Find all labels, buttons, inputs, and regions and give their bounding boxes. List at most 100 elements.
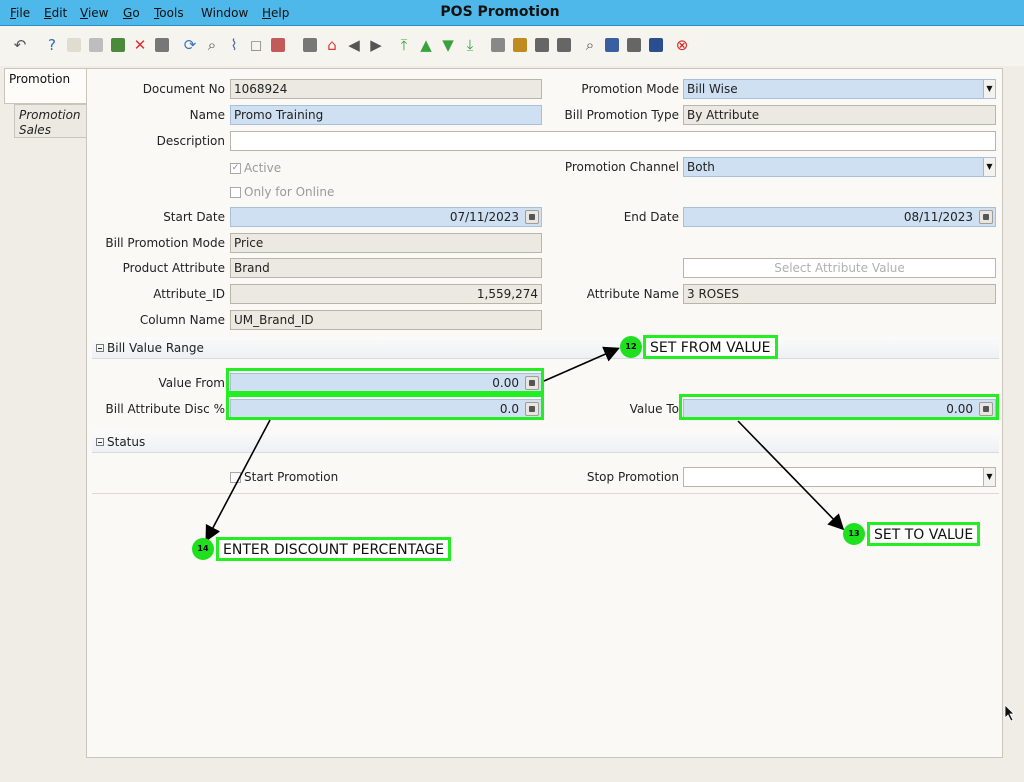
home-icon[interactable]: ⌂: [322, 35, 342, 55]
status-section[interactable]: Status: [92, 431, 999, 453]
new-record-icon[interactable]: [64, 35, 84, 55]
only-online-label: Only for Online: [244, 185, 335, 199]
value-from-field[interactable]: 0.00: [230, 373, 542, 393]
promotion-mode-select[interactable]: Bill Wise ▼: [683, 79, 996, 99]
status-heading: Status: [107, 435, 146, 449]
step-14-badge: 14: [192, 538, 214, 560]
step-13-badge: 13: [843, 523, 865, 545]
column-name-field[interactable]: UM_Brand_ID: [230, 310, 542, 330]
copy-record-icon[interactable]: [86, 35, 106, 55]
start-promotion-label: Start Promotion: [244, 470, 339, 484]
previous-record-icon[interactable]: ▲: [416, 35, 436, 55]
first-record-icon[interactable]: ⤒: [394, 35, 414, 55]
active-label: Active: [244, 161, 282, 175]
status-bar: [0, 762, 1024, 782]
document-no-field[interactable]: 1068924: [230, 79, 542, 99]
stop-promotion-label: Stop Promotion: [586, 470, 679, 484]
process-icon[interactable]: [646, 35, 666, 55]
calculator-icon[interactable]: [525, 376, 539, 390]
only-online-checkbox[interactable]: Only for Online: [230, 183, 334, 201]
calculator-icon[interactable]: [979, 402, 993, 416]
tab-promotion-sales[interactable]: Promotion Sales: [14, 104, 89, 138]
help-icon[interactable]: ?: [42, 35, 62, 55]
product-attribute-field[interactable]: Brand: [230, 258, 542, 278]
back-icon[interactable]: ◀: [344, 35, 364, 55]
stop-promotion-select[interactable]: ▼: [683, 467, 996, 487]
find-icon[interactable]: ⌕: [202, 35, 222, 55]
column-name-label: Column Name: [139, 313, 225, 327]
checkbox-icon: [230, 471, 241, 483]
bill-attribute-disc-label: Bill Attribute Disc %: [105, 402, 226, 416]
bill-attribute-disc-value: 0.0: [499, 402, 519, 416]
bill-attribute-disc-field[interactable]: 0.0: [230, 399, 542, 419]
save-icon[interactable]: [108, 35, 128, 55]
dropdown-arrow-icon[interactable]: ▼: [983, 80, 995, 98]
promotion-channel-label: Promotion Channel: [564, 160, 679, 174]
history-icon[interactable]: [300, 35, 320, 55]
bill-promotion-mode-field[interactable]: Price: [230, 233, 542, 253]
collapse-icon[interactable]: [96, 438, 104, 446]
name-label: Name: [189, 108, 225, 122]
save-disk-icon[interactable]: [152, 35, 172, 55]
close-window-icon[interactable]: ⊗: [672, 35, 692, 55]
calendar-icon[interactable]: [979, 210, 993, 224]
document-no-label: Document No: [142, 82, 225, 96]
set-from-value-callout: SET FROM VALUE: [643, 335, 778, 359]
value-to-label: Value To: [629, 402, 679, 416]
last-record-icon[interactable]: ⤓: [460, 35, 480, 55]
end-date-label: End Date: [623, 210, 679, 224]
archive-icon[interactable]: [510, 35, 530, 55]
name-field[interactable]: Promo Training: [230, 105, 542, 125]
set-to-value-callout: SET TO VALUE: [867, 522, 981, 546]
chat-icon[interactable]: ◻: [246, 35, 266, 55]
next-record-icon[interactable]: ▼: [438, 35, 458, 55]
report-icon[interactable]: [488, 35, 508, 55]
grid-toggle-icon[interactable]: [268, 35, 288, 55]
step-12-badge: 12: [620, 336, 642, 358]
active-checkbox[interactable]: ✓ Active: [230, 159, 281, 177]
collapse-icon[interactable]: [96, 344, 104, 352]
print-icon[interactable]: [554, 35, 574, 55]
start-date-field[interactable]: 07/11/2023: [230, 207, 542, 227]
undo-icon[interactable]: ↶: [10, 35, 30, 55]
attribute-id-label: Attribute_ID: [153, 287, 225, 301]
select-attribute-value-button[interactable]: Select Attribute Value: [683, 258, 996, 278]
checkbox-icon: [230, 186, 241, 198]
description-field[interactable]: [230, 131, 996, 151]
attribute-name-field[interactable]: 3 ROSES: [683, 284, 996, 304]
bill-promotion-type-label: Bill Promotion Type: [564, 108, 679, 122]
bill-value-range-section[interactable]: Bill Value Range: [92, 337, 999, 359]
start-promotion-checkbox[interactable]: Start Promotion: [230, 468, 338, 486]
mouse-cursor-icon: [1004, 704, 1015, 722]
product-info-icon[interactable]: [624, 35, 644, 55]
forward-icon[interactable]: ▶: [366, 35, 386, 55]
value-to-value: 0.00: [946, 402, 973, 416]
toolbar: ↶? ✕ ⟳ ⌕ ⌇ ◻ ⌂ ◀ ▶ ⤒ ▲ ▼ ⤓ ⌕ ⊗: [0, 26, 1024, 66]
promotion-mode-label: Promotion Mode: [581, 82, 679, 96]
menu-bar: File Edit View Go Tools Window Help POS …: [0, 0, 1024, 26]
bill-promotion-type-field[interactable]: By Attribute: [683, 105, 996, 125]
value-to-field[interactable]: 0.00: [683, 399, 996, 419]
end-date-field[interactable]: 08/11/2023: [683, 207, 996, 227]
refresh-icon[interactable]: ⟳: [180, 35, 200, 55]
attribute-id-field[interactable]: 1,559,274: [230, 284, 542, 304]
tab-promotion[interactable]: Promotion: [4, 68, 86, 104]
value-from-value: 0.00: [492, 376, 519, 390]
start-date-label: Start Date: [163, 210, 225, 224]
section-divider: [92, 493, 999, 494]
print-preview-icon[interactable]: [532, 35, 552, 55]
attribute-name-label: Attribute Name: [586, 287, 679, 301]
product-attribute-label: Product Attribute: [122, 261, 225, 275]
enter-discount-callout: ENTER DISCOUNT PERCENTAGE: [216, 537, 452, 561]
promotion-channel-value: Both: [687, 160, 715, 174]
promotion-mode-value: Bill Wise: [687, 82, 738, 96]
delete-icon[interactable]: ✕: [130, 35, 150, 55]
value-from-label: Value From: [158, 376, 226, 390]
bill-value-range-heading: Bill Value Range: [107, 341, 204, 355]
dropdown-arrow-icon[interactable]: ▼: [983, 468, 995, 486]
dropdown-arrow-icon[interactable]: ▼: [983, 158, 995, 176]
promotion-channel-select[interactable]: Both ▼: [683, 157, 996, 177]
workflow-icon[interactable]: [602, 35, 622, 55]
zoom-across-icon[interactable]: ⌕: [580, 35, 600, 55]
attachment-icon[interactable]: ⌇: [224, 35, 244, 55]
